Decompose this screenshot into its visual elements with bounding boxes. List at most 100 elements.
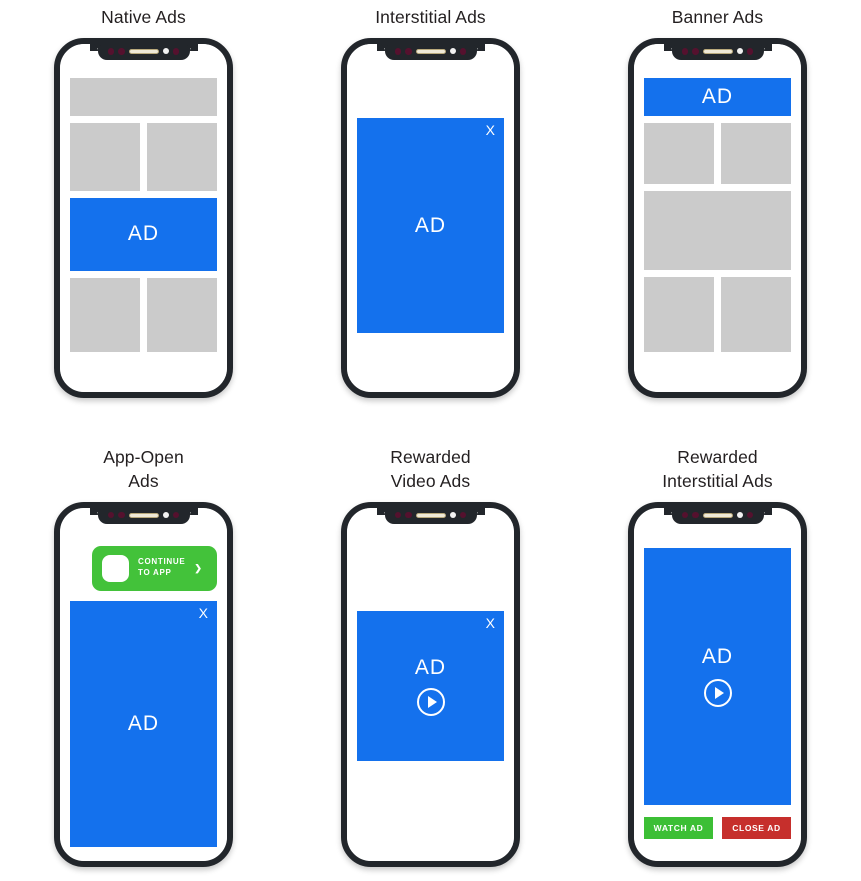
play-icon[interactable] bbox=[416, 688, 445, 717]
card-rewarded-video-ads: Rewarded Video Ads AD X bbox=[287, 443, 574, 881]
card-native-ads: Native Ads AD bbox=[0, 0, 287, 443]
card-interstitial-ads: Interstitial Ads AD X bbox=[287, 0, 574, 443]
screen-content: AD bbox=[634, 44, 801, 392]
phone-mockup-rewarded-video-ads: AD X bbox=[341, 501, 520, 867]
phone-screen: AD bbox=[634, 43, 801, 392]
close-x-icon[interactable]: X bbox=[486, 616, 495, 630]
sensor-dot-icon bbox=[394, 511, 402, 519]
sensor-dot-icon bbox=[107, 48, 115, 55]
card-title-rewarded-video-ads: Rewarded Video Ads bbox=[390, 447, 471, 491]
sensor-dot-icon bbox=[681, 511, 689, 519]
screen-content: AD bbox=[60, 44, 227, 392]
phone-mockup-app-open-ads: CONTINUE TO APP ❯ AD X bbox=[54, 501, 233, 867]
sensor-dot-icon bbox=[107, 511, 115, 519]
sensor-dot-icon bbox=[692, 48, 699, 55]
speaker-grille-icon bbox=[128, 48, 159, 54]
screen-content: AD X bbox=[347, 508, 514, 861]
card-app-open-ads: App-Open Ads CONTINUE TO APP ❯ AD X bbox=[0, 443, 287, 881]
rewarded-action-button-row: WATCH AD CLOSE AD bbox=[644, 816, 791, 839]
sensor-dot-icon bbox=[172, 511, 180, 519]
front-camera-icon bbox=[162, 512, 169, 519]
sensor-dot-icon bbox=[172, 48, 180, 55]
phone-notch bbox=[89, 43, 198, 60]
content-placeholder-row bbox=[644, 276, 791, 352]
front-camera-icon bbox=[736, 48, 743, 55]
app-icon bbox=[102, 554, 129, 582]
phone-mockup-banner-ads: AD bbox=[628, 37, 807, 398]
content-placeholder-block bbox=[644, 276, 714, 352]
card-title-interstitial-ads: Interstitial Ads bbox=[375, 7, 486, 27]
card-title-native-ads: Native Ads bbox=[101, 7, 186, 27]
cta-line-2: TO APP bbox=[138, 568, 172, 578]
native-ad-slot[interactable]: AD bbox=[70, 197, 217, 271]
sensor-dot-icon bbox=[118, 511, 125, 519]
sensor-dot-icon bbox=[405, 48, 412, 55]
content-placeholder-row bbox=[70, 122, 217, 191]
content-placeholder-block bbox=[644, 122, 714, 184]
watch-ad-button[interactable]: WATCH AD bbox=[644, 816, 713, 839]
interstitial-ad-slot[interactable]: AD X bbox=[357, 118, 504, 334]
sensor-dot-icon bbox=[746, 511, 754, 519]
content-placeholder-block bbox=[721, 276, 791, 352]
rewarded-interstitial-ad-slot[interactable]: AD bbox=[644, 547, 791, 805]
phone-notch bbox=[376, 507, 485, 524]
sensor-dot-icon bbox=[118, 48, 125, 55]
phone-notch bbox=[663, 507, 772, 524]
phone-mockup-rewarded-interstitial-ads: AD WATCH AD CLOSE AD bbox=[628, 501, 807, 867]
sensor-dot-icon bbox=[459, 48, 467, 55]
phone-mockup-interstitial-ads: AD X bbox=[341, 37, 520, 398]
close-x-icon[interactable]: X bbox=[199, 606, 208, 620]
close-x-icon[interactable]: X bbox=[486, 123, 495, 137]
card-rewarded-interstitial-ads: Rewarded Interstitial Ads AD WATCH AD CL… bbox=[574, 443, 861, 881]
chevron-right-icon: ❯ bbox=[194, 562, 202, 573]
rewarded-video-ad-slot[interactable]: AD X bbox=[357, 611, 504, 762]
close-ad-button[interactable]: CLOSE AD bbox=[722, 816, 791, 839]
content-placeholder-block bbox=[644, 190, 791, 270]
ad-label: AD bbox=[701, 645, 734, 669]
phone-screen: AD X bbox=[347, 43, 514, 392]
card-title-rewarded-interstitial-ads: Rewarded Interstitial Ads bbox=[662, 447, 773, 491]
speaker-grille-icon bbox=[415, 48, 446, 54]
ad-label: AD bbox=[701, 84, 734, 108]
ad-formats-grid: Native Ads AD Interstitial Ads AD X Bann… bbox=[0, 0, 861, 881]
content-placeholder-block bbox=[147, 122, 217, 191]
continue-to-app-label: CONTINUE TO APP bbox=[138, 557, 185, 579]
sensor-dot-icon bbox=[394, 48, 402, 55]
phone-screen: AD WATCH AD CLOSE AD bbox=[634, 507, 801, 861]
cta-line-1: CONTINUE bbox=[138, 557, 186, 567]
front-camera-icon bbox=[736, 512, 743, 519]
card-title-app-open-ads: App-Open Ads bbox=[103, 447, 184, 491]
speaker-grille-icon bbox=[702, 48, 733, 54]
content-placeholder-block bbox=[70, 77, 217, 116]
content-placeholder-block bbox=[70, 122, 140, 191]
content-placeholder-row bbox=[70, 277, 217, 352]
front-camera-icon bbox=[449, 512, 456, 519]
content-placeholder-row bbox=[644, 122, 791, 184]
sensor-dot-icon bbox=[405, 511, 412, 519]
card-title-banner-ads: Banner Ads bbox=[671, 7, 764, 27]
ad-label: AD bbox=[414, 213, 447, 237]
continue-to-app-button[interactable]: CONTINUE TO APP ❯ bbox=[92, 545, 217, 591]
phone-mockup-native-ads: AD bbox=[54, 37, 233, 398]
speaker-grille-icon bbox=[128, 512, 159, 518]
screen-content: AD X bbox=[347, 44, 514, 392]
banner-ad-slot[interactable]: AD bbox=[644, 77, 791, 116]
play-icon[interactable] bbox=[703, 679, 732, 708]
speaker-grille-icon bbox=[415, 512, 446, 518]
phone-notch bbox=[89, 507, 198, 524]
content-placeholder-block bbox=[721, 122, 791, 184]
phone-screen: AD X bbox=[347, 507, 514, 861]
phone-notch bbox=[663, 43, 772, 60]
front-camera-icon bbox=[162, 48, 169, 55]
content-placeholder-block bbox=[70, 277, 140, 352]
phone-screen: AD bbox=[60, 43, 227, 392]
ad-label: AD bbox=[127, 711, 160, 735]
sensor-dot-icon bbox=[681, 48, 689, 55]
app-open-ad-slot[interactable]: AD X bbox=[70, 600, 217, 847]
card-banner-ads: Banner Ads AD bbox=[574, 0, 861, 443]
sensor-dot-icon bbox=[692, 511, 699, 519]
speaker-grille-icon bbox=[702, 512, 733, 518]
phone-notch bbox=[376, 43, 485, 60]
sensor-dot-icon bbox=[459, 511, 467, 519]
phone-screen: CONTINUE TO APP ❯ AD X bbox=[60, 507, 227, 861]
